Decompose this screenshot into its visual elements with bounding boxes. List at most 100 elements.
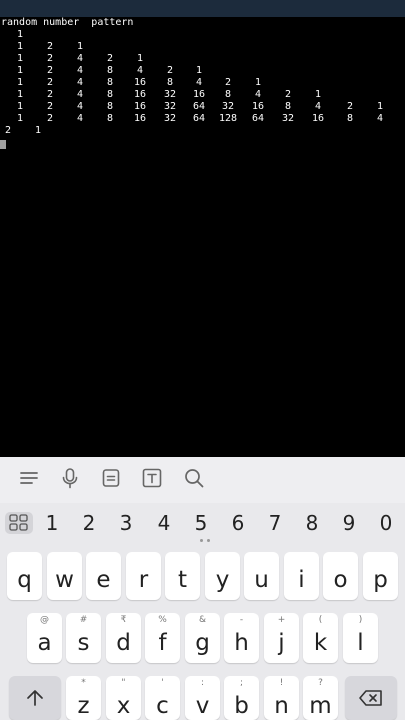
key-u[interactable]: u <box>244 552 279 600</box>
number-key-4[interactable]: 4 <box>150 508 178 538</box>
pattern-number: 4 <box>137 65 144 76</box>
pattern-number: 8 <box>347 113 354 124</box>
pattern-row: 1 2 4 8 16 32 64 32 16 8 4 2 1 <box>0 101 405 113</box>
pattern-number: 1 <box>17 29 24 40</box>
pattern-number: 8 <box>107 89 114 100</box>
pattern-number: 2 <box>5 125 12 136</box>
microphone-icon[interactable] <box>59 467 81 489</box>
key-f[interactable]: % f <box>145 613 180 663</box>
key-o[interactable]: o <box>323 552 358 600</box>
shift-key[interactable] <box>9 676 61 720</box>
key-c[interactable]: ' c <box>145 676 180 720</box>
key-v[interactable]: :v <box>185 676 220 720</box>
pattern-number: 1 <box>377 101 384 112</box>
pattern-number: 4 <box>77 53 84 64</box>
key-q[interactable]: q <box>7 552 42 600</box>
number-key-6[interactable]: 6 <box>224 508 252 538</box>
pattern-number: 2 <box>47 65 54 76</box>
number-key-2[interactable]: 2 <box>75 508 103 538</box>
key-w[interactable]: w <box>47 552 82 600</box>
pattern-row: 1 2 4 8 16 8 4 2 1 <box>0 77 405 89</box>
key-z[interactable]: * z <box>66 676 101 720</box>
key-t[interactable]: t <box>165 552 200 600</box>
pattern-number: 4 <box>77 101 84 112</box>
pattern-number: 1 <box>315 89 322 100</box>
search-icon[interactable] <box>183 467 205 489</box>
key-k[interactable]: (k <box>303 613 338 663</box>
pattern-number: 16 <box>134 89 147 100</box>
key-d[interactable]: ₹ d <box>106 613 141 663</box>
terminal-output[interactable]: random number pattern 112112421124842112… <box>0 17 405 457</box>
heading-line: random number pattern <box>0 17 405 29</box>
key-h[interactable]: -h <box>224 613 259 663</box>
number-key-1[interactable]: 1 <box>38 508 66 538</box>
pattern-number: 64 <box>252 113 265 124</box>
menu-icon[interactable] <box>18 467 40 489</box>
pattern-number: 32 <box>164 113 177 124</box>
pattern-number: 16 <box>134 101 147 112</box>
text-edit-icon[interactable] <box>141 467 163 489</box>
number-key-8[interactable]: 8 <box>298 508 326 538</box>
pattern-row: 1 2 4 8 16 32 64 128 64 32 16 8 4 <box>0 113 405 125</box>
pattern-number: 4 <box>77 113 84 124</box>
key-m[interactable]: ? m <box>303 676 338 720</box>
pattern-number: 1 <box>17 77 24 88</box>
number-row: 1 2 3 4 5 6 7 8 9 0 <box>0 506 405 540</box>
on-screen-keyboard: 1 2 3 4 5 6 7 8 9 0 q w e r t y u i o p … <box>0 457 405 720</box>
pattern-number: 4 <box>77 89 84 100</box>
pattern-number: 8 <box>285 101 292 112</box>
pattern-number: 8 <box>107 65 114 76</box>
pattern-number: 16 <box>134 113 147 124</box>
pattern-row-wrap: 21 <box>0 125 405 137</box>
pattern-number: 1 <box>137 53 144 64</box>
key-g[interactable]: & g <box>185 613 220 663</box>
number-key-3[interactable]: 3 <box>112 508 140 538</box>
clipboard-icon[interactable] <box>100 467 122 489</box>
grid-icon <box>9 514 28 531</box>
pattern-number: 1 <box>17 65 24 76</box>
pattern-number: 1 <box>17 113 24 124</box>
key-b[interactable]: ; b <box>224 676 259 720</box>
pattern-number: 16 <box>134 77 147 88</box>
pattern-number: 1 <box>17 89 24 100</box>
pattern-number: 16 <box>252 101 265 112</box>
pattern-number: 128 <box>219 113 238 124</box>
pattern-number: 1 <box>255 77 262 88</box>
pattern-row: 1 2 4 2 1 <box>0 53 405 65</box>
number-key-0[interactable]: 0 <box>372 508 400 538</box>
page-indicator <box>198 539 212 543</box>
pattern-number: 32 <box>222 101 235 112</box>
key-e[interactable]: e <box>86 552 121 600</box>
pattern-number: 1 <box>196 65 203 76</box>
pattern-number: 32 <box>164 101 177 112</box>
key-i[interactable]: i <box>284 552 319 600</box>
key-x[interactable]: " x <box>106 676 141 720</box>
pattern-number: 1 <box>77 41 84 52</box>
key-y[interactable]: y <box>205 552 240 600</box>
pattern-number: 8 <box>225 89 232 100</box>
key-r[interactable]: r <box>126 552 161 600</box>
key-p[interactable]: p <box>363 552 398 600</box>
pattern-number: 32 <box>282 113 295 124</box>
pattern-number: 1 <box>35 125 42 136</box>
key-l[interactable]: ) l <box>343 613 378 663</box>
number-key-9[interactable]: 9 <box>335 508 363 538</box>
number-key-5[interactable]: 5 <box>187 508 215 538</box>
key-a[interactable]: @ a <box>27 613 62 663</box>
backspace-key[interactable] <box>345 676 397 720</box>
pattern-number: 2 <box>47 53 54 64</box>
key-s[interactable]: # s <box>66 613 101 663</box>
layout-grid-button[interactable] <box>5 512 33 534</box>
pattern-number: 8 <box>167 77 174 88</box>
key-n[interactable]: ! n <box>264 676 299 720</box>
pattern-row: 1 2 4 8 16 32 16 8 4 2 1 <box>0 89 405 101</box>
pattern-number: 2 <box>47 89 54 100</box>
key-j[interactable]: + j <box>264 613 299 663</box>
number-key-7[interactable]: 7 <box>261 508 289 538</box>
pattern-row: 1 <box>0 29 405 41</box>
pattern-number: 2 <box>47 113 54 124</box>
pattern-number: 8 <box>107 113 114 124</box>
text-cursor <box>0 140 6 149</box>
pattern-number: 4 <box>77 77 84 88</box>
pattern-number: 1 <box>17 101 24 112</box>
